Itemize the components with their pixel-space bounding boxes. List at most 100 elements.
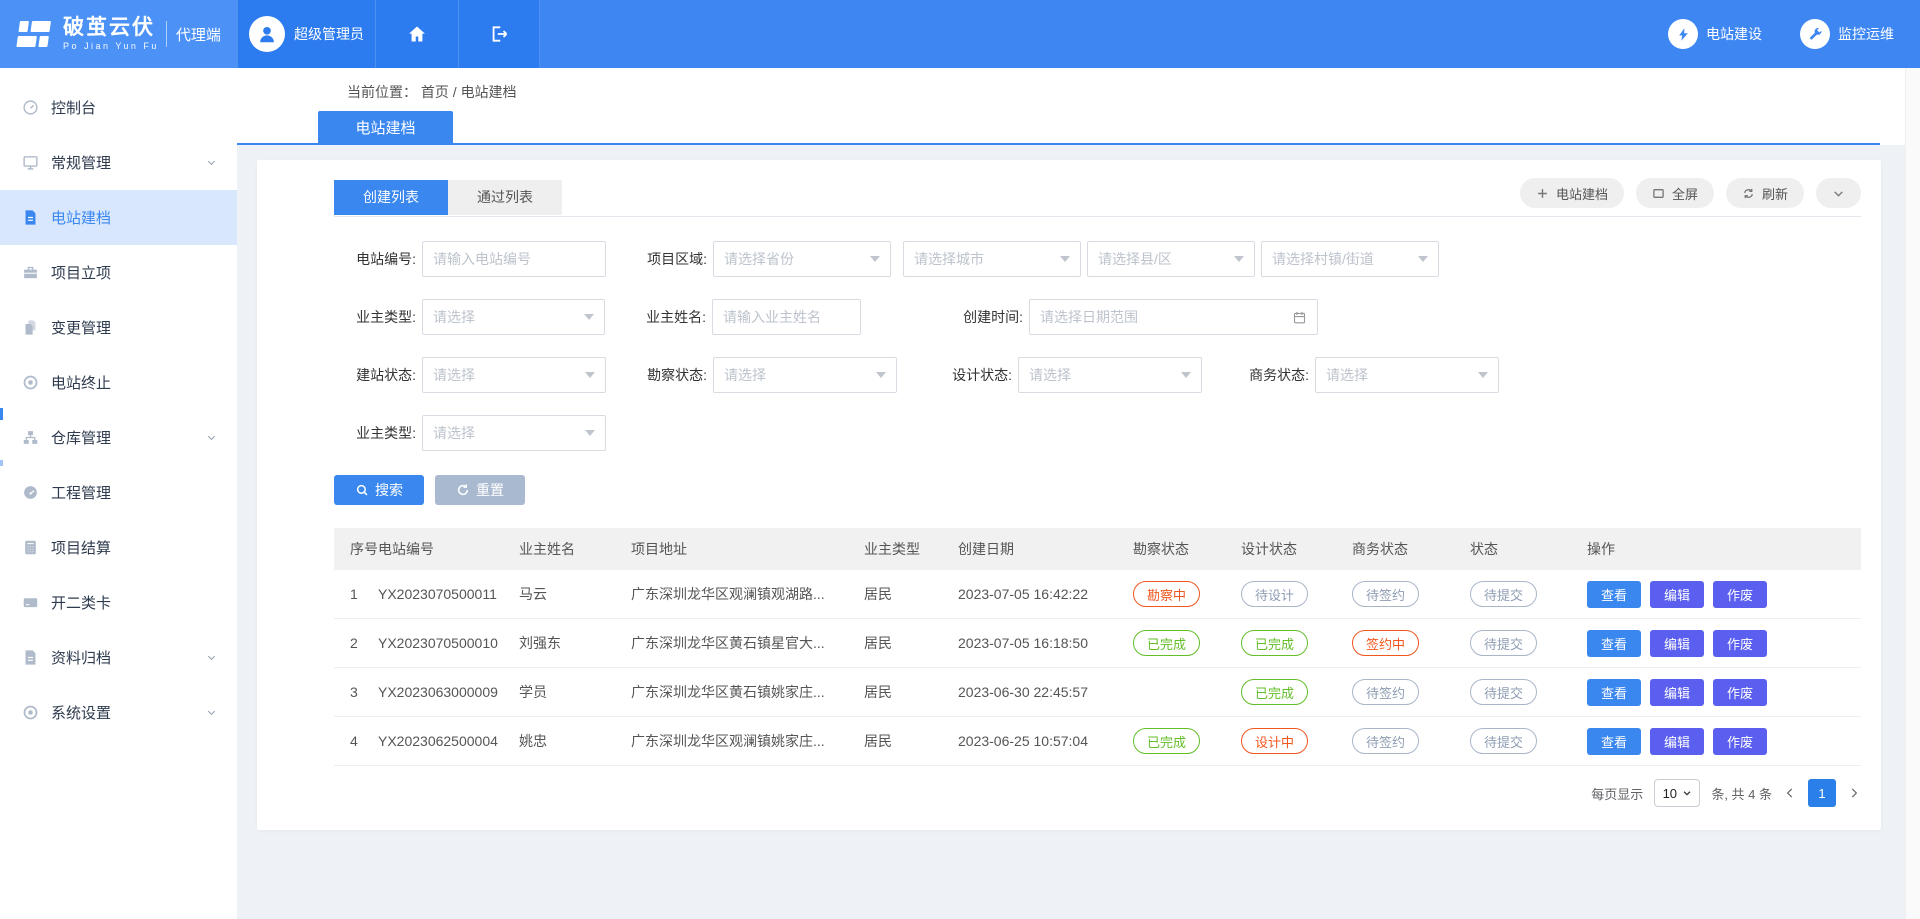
chevron-down-icon <box>206 432 217 443</box>
survey-status-select[interactable]: 请选择 <box>713 357 897 393</box>
edit-button[interactable]: 编辑 <box>1650 728 1704 755</box>
sidebar-item-project-initiation[interactable]: 项目立项 <box>0 245 237 300</box>
sidebar-item-label: 变更管理 <box>51 317 111 338</box>
nav-monitor-ops[interactable]: 监控运维 <box>1800 19 1894 49</box>
calculator-icon <box>22 539 39 556</box>
owner-name-input[interactable]: 请输入业主姓名 <box>712 299 861 335</box>
col-survey-status: 勘察状态 <box>1133 539 1241 559</box>
view-button[interactable]: 查看 <box>1587 581 1641 608</box>
tab-create-list[interactable]: 创建列表 <box>334 180 448 215</box>
breadcrumb-strip: 当前位置： 首页 / 电站建档 电站建档 <box>237 68 1920 145</box>
create-time-range-input[interactable]: 请选择日期范围 <box>1029 299 1318 335</box>
survey-status-label: 勘察状态: <box>637 365 707 385</box>
sidebar-item-station-archive[interactable]: 电站建档 <box>0 190 237 245</box>
brand-logo-icon <box>14 14 54 54</box>
build-status-select[interactable]: 请选择 <box>422 357 606 393</box>
cell-station-no: YX2023062500004 <box>378 733 519 749</box>
design-status-select[interactable]: 请选择 <box>1018 357 1202 393</box>
owner-type-select[interactable]: 请选择 <box>422 299 605 335</box>
void-button[interactable]: 作废 <box>1713 581 1767 608</box>
sidebar-item-engineering-mgmt[interactable]: 工程管理 <box>0 465 237 520</box>
home-button[interactable] <box>375 0 458 68</box>
breadcrumb-home-link[interactable]: 首页 <box>421 84 449 100</box>
city-select[interactable]: 请选择城市 <box>903 241 1081 277</box>
sidebar-item-change-mgmt[interactable]: 变更管理 <box>0 300 237 355</box>
sidebar-item-console[interactable]: 控制台 <box>0 80 237 135</box>
add-station-button[interactable]: 电站建档 <box>1520 178 1624 208</box>
station-no-input[interactable]: 请输入电站编号 <box>422 241 606 277</box>
filter-buttons: 搜索 重置 <box>334 475 1861 505</box>
placeholder: 请选择 <box>724 365 766 385</box>
cell-created: 2023-06-30 22:45:57 <box>958 684 1133 700</box>
placeholder: 请选择城市 <box>914 249 984 269</box>
cell-address: 广东深圳龙华区观澜镇姚家庄... <box>631 731 864 751</box>
breadcrumb: 当前位置： 首页 / 电站建档 <box>237 68 1920 102</box>
nav-station-build[interactable]: 电站建设 <box>1668 19 1762 49</box>
sidebar-item-warehouse-mgmt[interactable]: 仓库管理 <box>0 410 237 465</box>
vertical-scrollbar[interactable] <box>1905 68 1920 919</box>
tabs-row: 创建列表 通过列表 电站建档 全屏 刷新 <box>334 160 1861 217</box>
province-select[interactable]: 请选择省份 <box>713 241 891 277</box>
cell-owner-name: 姚忠 <box>519 731 631 751</box>
placeholder: 请选择 <box>1326 365 1368 385</box>
county-select[interactable]: 请选择县/区 <box>1087 241 1255 277</box>
briefcase-icon <box>22 264 39 281</box>
logout-button[interactable] <box>458 0 540 68</box>
collapse-button[interactable] <box>1816 178 1861 208</box>
per-page-prefix: 每页显示 <box>1591 784 1643 803</box>
sidebar-item-station-termination[interactable]: 电站终止 <box>0 355 237 410</box>
void-button[interactable]: 作废 <box>1713 679 1767 706</box>
cell-station-no: YX2023063000009 <box>378 684 519 700</box>
current-user[interactable]: 超级管理员 <box>237 0 375 68</box>
business-status-badge: 待签约 <box>1352 581 1419 607</box>
placeholder: 请选择日期范围 <box>1040 307 1138 327</box>
view-button[interactable]: 查看 <box>1587 679 1641 706</box>
filter-row-1: 电站编号: 请输入电站编号 项目区域: 请选择省份 请选择城市 请选择县/区 请… <box>334 241 1861 277</box>
per-page-select[interactable]: 10 <box>1654 779 1700 807</box>
survey-status-badge: 已完成 <box>1133 728 1200 754</box>
owner-type2-label: 业主类型: <box>346 423 416 443</box>
sidebar-item-system-settings[interactable]: 系统设置 <box>0 685 237 740</box>
owner-name-label: 业主姓名: <box>636 307 706 327</box>
sidebar-scrollbar-mark <box>0 460 3 466</box>
caret-down-icon <box>870 256 880 262</box>
placeholder: 请选择省份 <box>724 249 794 269</box>
sidebar-item-general-mgmt[interactable]: 常规管理 <box>0 135 237 190</box>
village-select[interactable]: 请选择村镇/街道 <box>1261 241 1439 277</box>
void-button[interactable]: 作废 <box>1713 630 1767 657</box>
records-table: 序号 电站编号 业主姓名 项目地址 业主类型 创建日期 勘察状态 设计状态 商务… <box>334 528 1861 766</box>
prev-page-button[interactable] <box>1783 786 1797 800</box>
sidebar-item-label: 电站终止 <box>51 372 111 393</box>
fullscreen-button[interactable]: 全屏 <box>1636 178 1714 208</box>
business-status-select[interactable]: 请选择 <box>1315 357 1499 393</box>
owner-type2-select[interactable]: 请选择 <box>422 415 606 451</box>
next-page-button[interactable] <box>1847 786 1861 800</box>
caret-down-icon <box>1418 256 1428 262</box>
reset-button[interactable]: 重置 <box>435 475 525 505</box>
create-time-label: 创建时间: <box>953 307 1023 327</box>
tab-passed-list[interactable]: 通过列表 <box>448 180 562 215</box>
sidebar-item-open-card[interactable]: 开二类卡 <box>0 575 237 630</box>
status-badge: 待提交 <box>1470 679 1537 705</box>
cell-address: 广东深圳龙华区观澜镇观湖路... <box>631 584 864 604</box>
void-button[interactable]: 作废 <box>1713 728 1767 755</box>
edit-button[interactable]: 编辑 <box>1650 581 1704 608</box>
sidebar-item-project-settlement[interactable]: 项目结算 <box>0 520 237 575</box>
sidebar-item-data-archive[interactable]: 资料归档 <box>0 630 237 685</box>
page-tab-station-archive[interactable]: 电站建档 <box>318 111 453 143</box>
settings-icon <box>22 704 39 721</box>
main-content: 当前位置： 首页 / 电站建档 电站建档 创建列表 通过列表 电站建档 <box>237 68 1920 919</box>
build-status-label: 建站状态: <box>346 365 416 385</box>
caret-down-icon <box>1682 788 1692 798</box>
search-button[interactable]: 搜索 <box>334 475 424 505</box>
refresh-button[interactable]: 刷新 <box>1726 178 1804 208</box>
view-button[interactable]: 查看 <box>1587 728 1641 755</box>
col-status: 状态 <box>1470 539 1587 559</box>
page-number-button[interactable]: 1 <box>1808 779 1836 807</box>
edit-button[interactable]: 编辑 <box>1650 630 1704 657</box>
search-icon <box>355 483 369 497</box>
edit-button[interactable]: 编辑 <box>1650 679 1704 706</box>
view-button[interactable]: 查看 <box>1587 630 1641 657</box>
status-badge: 待提交 <box>1470 728 1537 754</box>
panel-card: 创建列表 通过列表 电站建档 全屏 刷新 <box>257 160 1881 830</box>
